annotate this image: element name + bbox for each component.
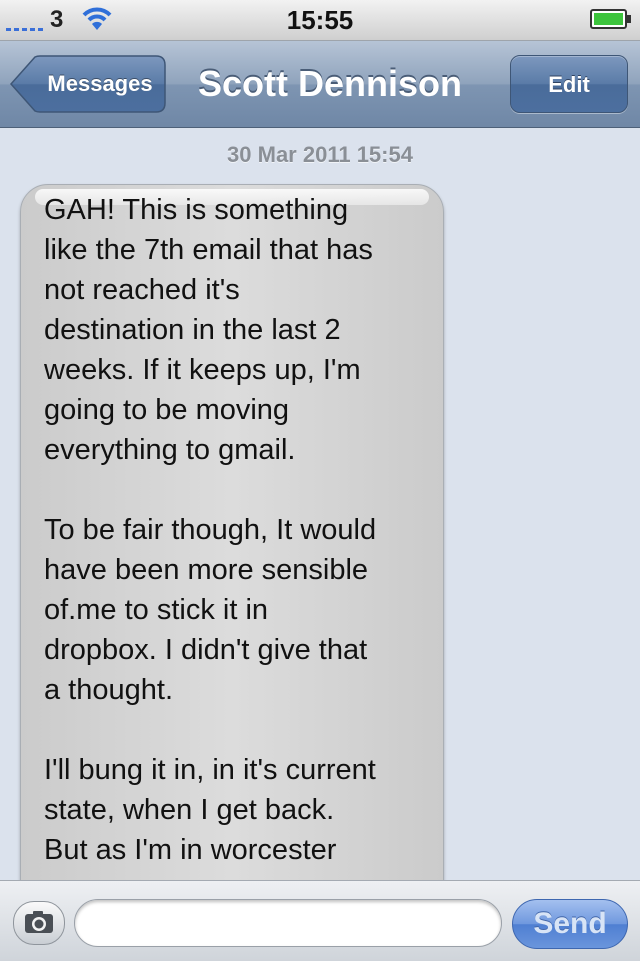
message-line: To be fair though, It would [44,514,377,546]
message-line: everything to gmail. [44,434,296,466]
message-text-field[interactable] [74,899,502,947]
navigation-bar: Messages Scott Dennison Edit [0,41,640,128]
send-button[interactable]: Send [512,899,628,949]
message-input-bar: Send [0,880,640,961]
message-line: weeks. If it keeps up, I'm [44,354,361,386]
message-line: GAH! This is something [44,194,349,226]
message-line: not reached it's [44,274,240,306]
message-line: state, when I get back. [44,794,335,826]
message-line: of.me to stick it in [44,594,269,626]
camera-button[interactable] [13,901,65,945]
contact-name-title: Scott Dennison [197,63,462,104]
status-bar: 3 15:55 [0,0,640,41]
message-line: like the 7th email that has [44,234,373,266]
message-line: dropbox. I didn't give that [44,634,368,666]
message-timestamp: 30 Mar 2011 15:54 [227,142,413,167]
message-line: going to be moving [44,394,290,426]
battery-icon [590,9,631,29]
camera-icon [25,911,53,933]
status-time: 15:55 [286,5,354,35]
conversation-view[interactable]: 30 Mar 2011 15:54 GAH! This is something… [0,128,640,880]
message-line: a thought. [44,674,173,706]
message-line: But as I'm in worcester [44,834,337,866]
message-line: I'll bung it in, in it's current [44,754,376,786]
back-button-label: Messages [47,71,153,96]
message-line: have been more sensible [44,554,369,586]
messages-back-button[interactable]: Messages [10,55,166,113]
message-line: destination in the last 2 [44,314,341,346]
edit-button[interactable]: Edit [510,55,628,113]
